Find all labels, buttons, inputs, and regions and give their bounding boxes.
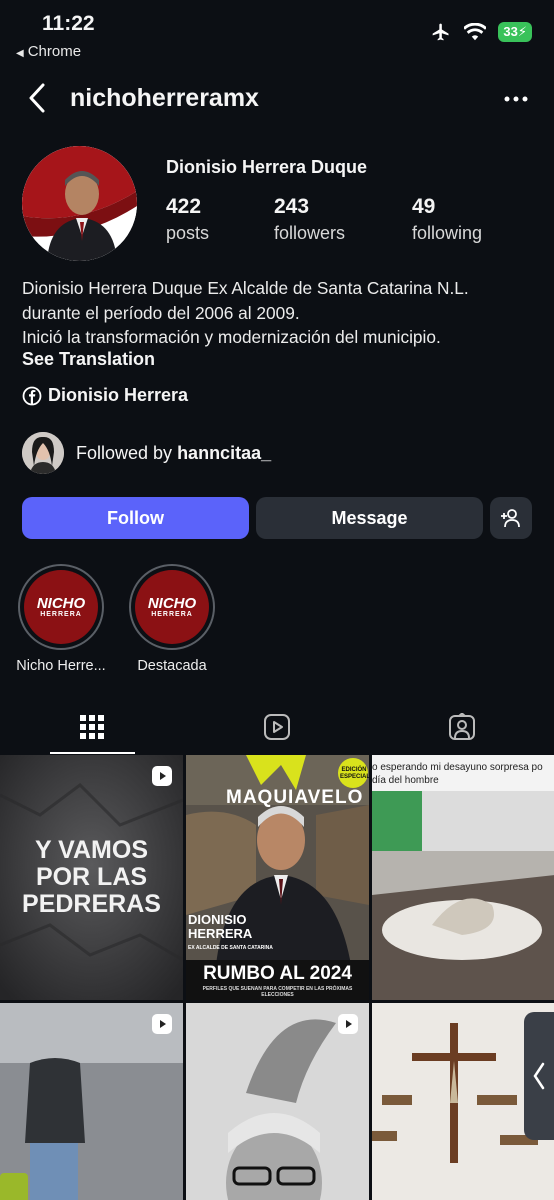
profile-avatar[interactable]	[22, 146, 137, 261]
highlight-ring: NICHO HERRERA	[129, 564, 215, 650]
post-tile[interactable]: Y VAMOS POR LAS PEDRERAS	[0, 755, 183, 1000]
reel-badge-icon	[338, 1014, 358, 1034]
follower-avatar	[22, 432, 64, 474]
facebook-link[interactable]: Dionisio Herrera	[22, 385, 188, 406]
post-overlay-banner-sub: PERFILES QUE SUENAN PARA COMPETIR EN LAS…	[202, 986, 353, 998]
post-overlay-title: MAQUIAVELO	[226, 787, 364, 808]
reels-icon	[264, 714, 290, 740]
post-overlay-badge: EDICIÓN ESPECIAL	[340, 767, 369, 780]
post-caption-overlay: Y VAMOS POR LAS PEDRERAS	[0, 837, 183, 918]
airplane-icon	[433, 23, 449, 41]
post-caption-overlay: o esperando mi desayuno sorpresa po día …	[372, 762, 543, 786]
overlay-line: POR LAS	[35, 863, 148, 891]
wifi-icon	[464, 23, 487, 41]
follow-button[interactable]: Follow	[22, 497, 249, 539]
facebook-link-label: Dionisio Herrera	[48, 385, 189, 405]
highlight-logo-sub: HERRERA	[151, 610, 193, 618]
post-tile[interactable]: MAQUIAVELO EDICIÓN ESPECIAL DIONISIO HER…	[186, 755, 369, 1000]
followed-by-prefix: Followed by	[76, 442, 173, 463]
highlight-destacada[interactable]: NICHO HERRERA Destacada	[112, 564, 232, 674]
bio-line: Inició la transformación y modernización…	[22, 327, 441, 347]
battery-level: 33	[503, 24, 518, 39]
side-drawer-handle[interactable]	[524, 1012, 554, 1140]
post-tile[interactable]	[186, 1003, 369, 1200]
followers-count: 243	[274, 195, 310, 218]
status-time: 11:22	[42, 12, 95, 35]
back-triangle-icon: ◀	[16, 48, 24, 59]
see-translation-link[interactable]: See Translation	[22, 349, 155, 370]
more-options-icon[interactable]	[504, 84, 528, 114]
post-tile[interactable]	[0, 1003, 183, 1200]
profile-bio: Dionisio Herrera Duque Ex Alcalde de San…	[22, 276, 542, 350]
following-stat[interactable]: 49 following	[412, 195, 482, 244]
bio-line: durante el período del 2006 al 2009.	[22, 302, 300, 323]
posts-stat[interactable]: 422 posts	[166, 195, 209, 244]
tab-tagged[interactable]	[370, 700, 554, 754]
reel-badge-icon	[152, 766, 172, 786]
suggested-users-button[interactable]	[490, 497, 532, 539]
following-label: following	[412, 223, 483, 243]
post-overlay-banner: RUMBO AL 2024	[203, 963, 352, 984]
followers-stat[interactable]: 243 followers	[274, 195, 345, 244]
add-person-icon	[501, 509, 520, 528]
facebook-icon	[22, 386, 42, 405]
highlight-label: Destacada	[137, 658, 207, 674]
highlight-cover: NICHO HERRERA	[135, 570, 209, 644]
tab-reels[interactable]	[185, 700, 369, 754]
profile-full-name: Dionisio Herrera Duque	[166, 157, 368, 177]
highlight-logo: NICHO	[36, 594, 86, 612]
highlight-ring: NICHO HERRERA	[18, 564, 104, 650]
highlight-nicho-herrera[interactable]: NICHO HERRERA Nicho Herre...	[1, 564, 121, 674]
posts-count: 422	[166, 195, 202, 218]
back-to-app-link[interactable]: ◀ Chrome	[16, 43, 81, 60]
highlight-logo: NICHO	[147, 594, 197, 612]
avatar-image	[22, 146, 137, 261]
highlight-cover: NICHO HERRERA	[24, 570, 98, 644]
overlay-name-line: HERRERA	[188, 926, 253, 941]
chevron-left-icon	[533, 1062, 545, 1090]
status-icons: 33⚡	[430, 22, 532, 42]
header-username: nichoherreramx	[70, 84, 259, 112]
post-background	[372, 755, 554, 1000]
followed-by-username: hanncitaa_	[177, 442, 272, 463]
followed-by[interactable]: Followed by hanncitaa_	[22, 432, 271, 474]
message-button[interactable]: Message	[256, 497, 483, 539]
status-bar: 11:22 ◀ Chrome 33⚡	[0, 0, 554, 70]
bio-line: Dionisio Herrera Duque Ex Alcalde de San…	[22, 278, 469, 298]
profile-tabs	[0, 700, 554, 754]
posts-label: posts	[166, 223, 210, 243]
back-app-label: Chrome	[27, 43, 82, 60]
post-tile[interactable]: o esperando mi desayuno sorpresa po día …	[372, 755, 554, 1000]
back-arrow-icon[interactable]	[26, 82, 48, 114]
followed-by-text: Followed by hanncitaa_	[76, 443, 271, 464]
highlight-label: Nicho Herre...	[16, 658, 106, 674]
overlay-line: Y VAMOS	[35, 836, 148, 864]
active-tab-indicator	[50, 752, 135, 754]
overlay-name-line: DIONISIO	[188, 912, 247, 927]
followers-label: followers	[274, 223, 346, 243]
reel-badge-icon	[152, 1014, 172, 1034]
battery-indicator: 33⚡	[498, 22, 532, 42]
post-overlay-name: DIONISIO HERRERA EX ALCALDE DE SANTA CAT…	[188, 913, 273, 955]
tab-posts-grid[interactable]	[0, 700, 184, 754]
tagged-person-icon	[449, 713, 475, 740]
overlay-line: PEDRERAS	[22, 890, 161, 918]
highlight-logo-sub: HERRERA	[40, 610, 82, 618]
overlay-name-subtitle: EX ALCALDE DE SANTA CATARINA	[188, 945, 273, 951]
profile-header: nichoherreramx	[0, 78, 554, 120]
grid-icon	[80, 715, 104, 739]
following-count: 49	[412, 195, 436, 218]
